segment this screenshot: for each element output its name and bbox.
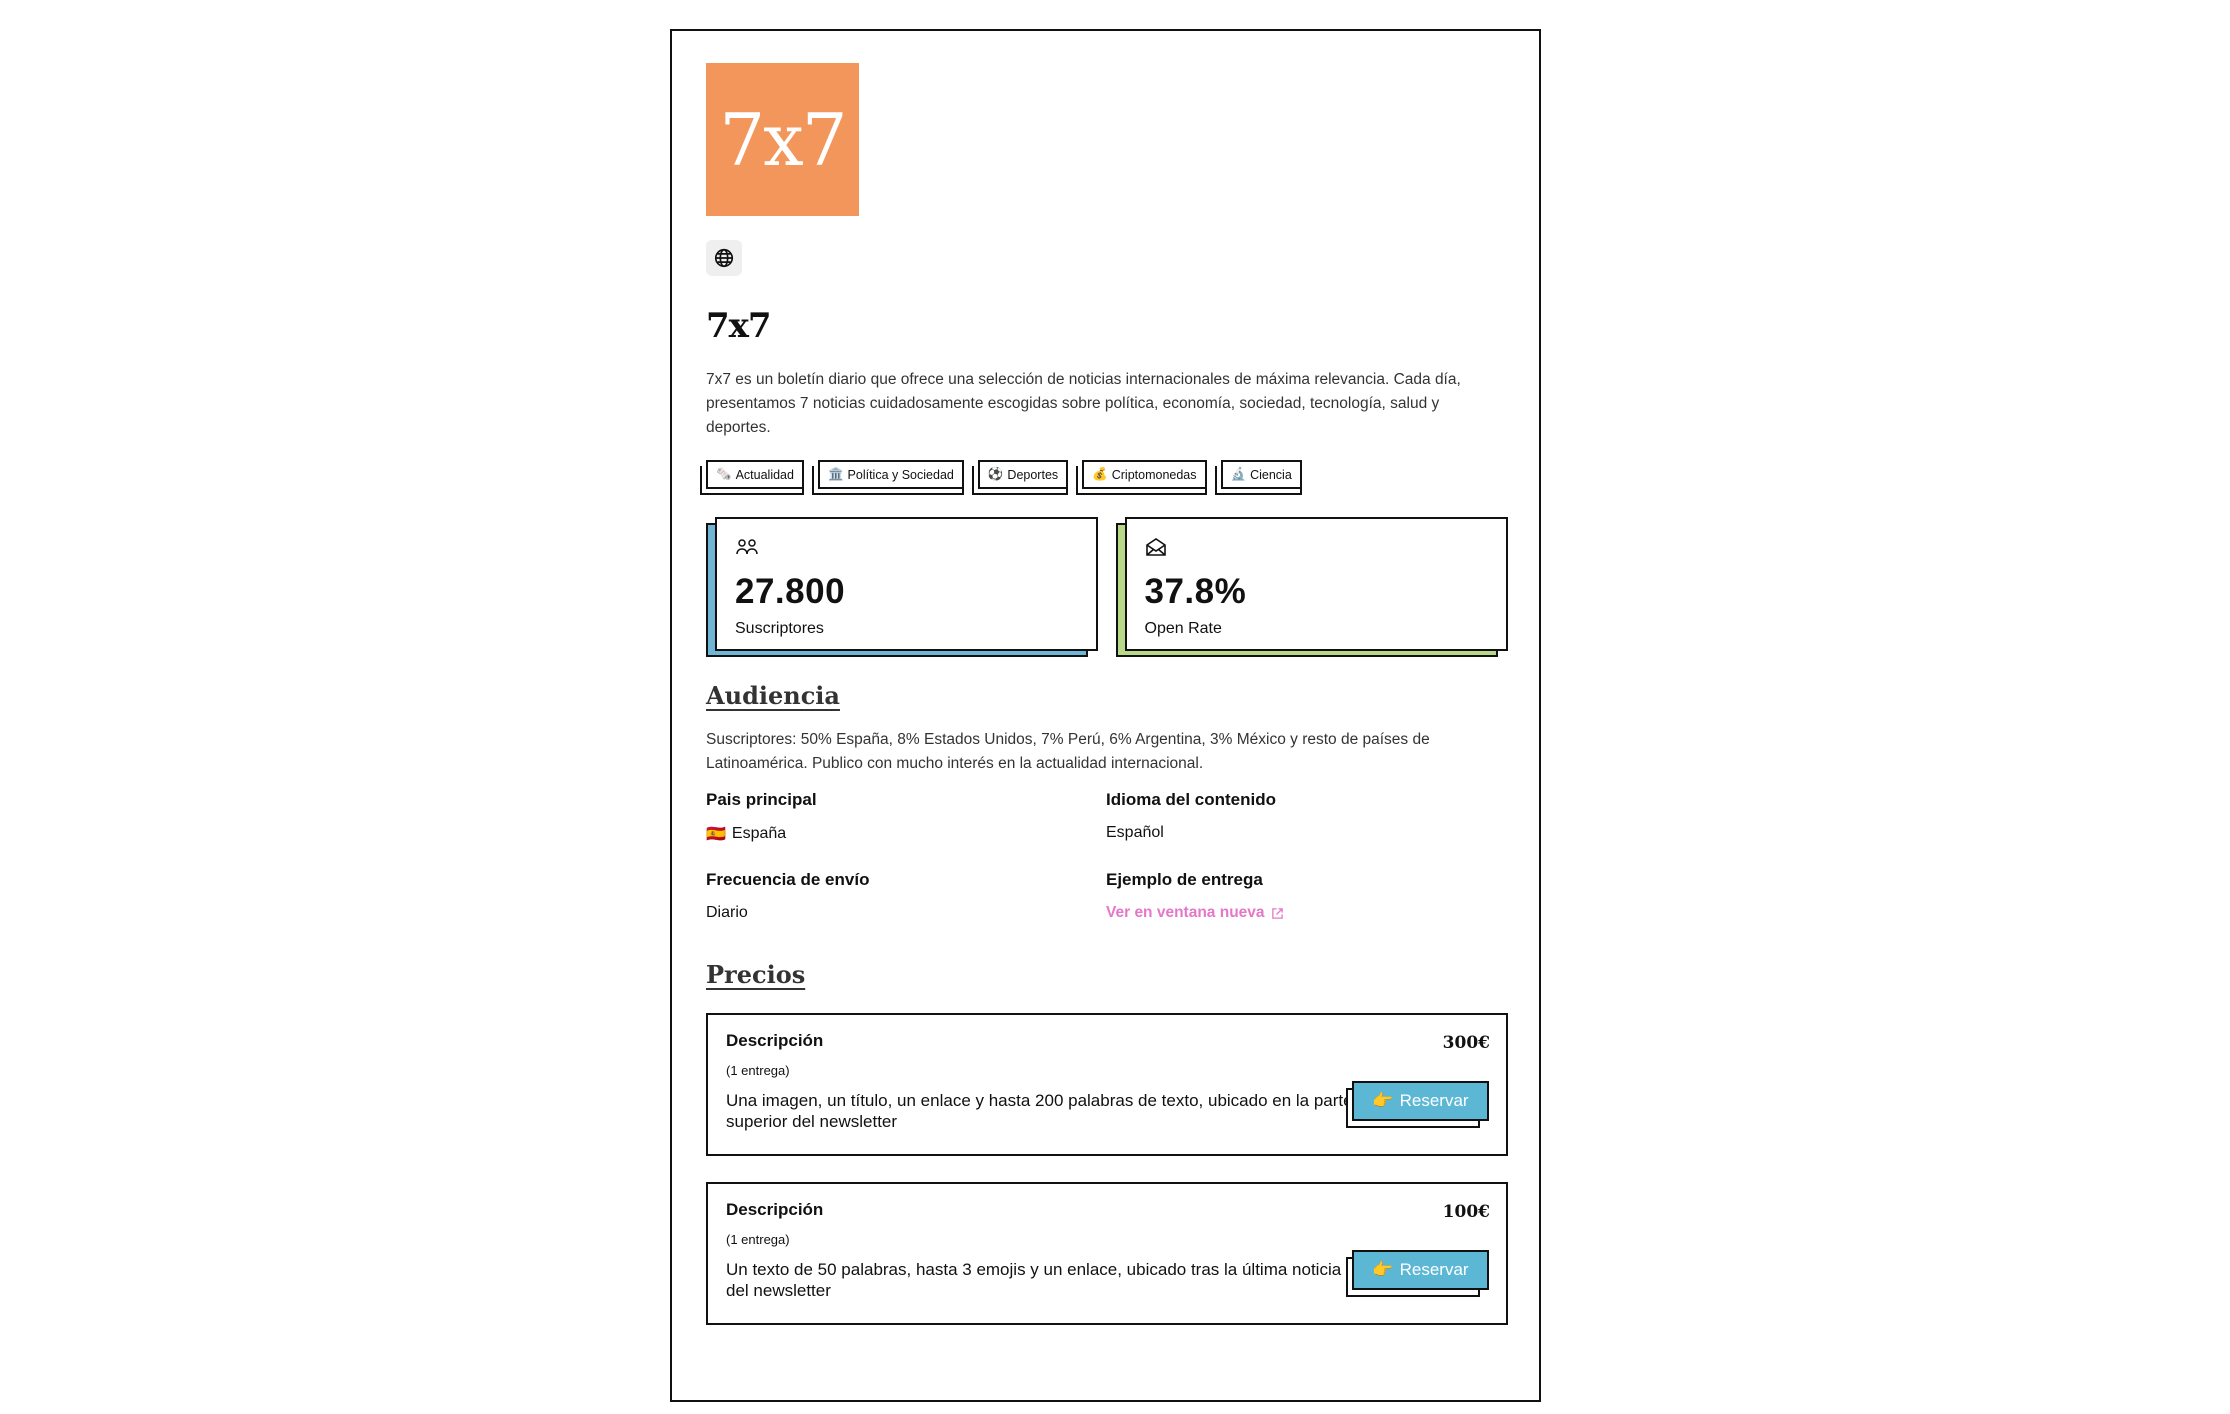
tag-label: Actualidad xyxy=(735,467,794,482)
frequency-value: Diario xyxy=(706,904,748,921)
tag-item[interactable]: ⚽ Deportes xyxy=(971,460,1074,495)
country-block: Pais principal 🇪🇸 España xyxy=(706,790,1106,844)
newsletter-title: 7x7 xyxy=(706,306,772,346)
language-label: Idioma del contenido xyxy=(1106,790,1277,809)
price-title: Descripción xyxy=(726,1031,824,1050)
frequency-block: Frecuencia de envío Diario xyxy=(706,870,1106,922)
reserve-button-label: Reservar xyxy=(1399,1091,1469,1110)
website-button[interactable] xyxy=(706,240,742,276)
frequency-label: Frecuencia de envío xyxy=(706,870,870,889)
subscribers-label: Suscriptores xyxy=(735,620,824,637)
pointing-hand-icon: 👉 xyxy=(1372,1260,1394,1279)
tag-emoji: 🗞️ xyxy=(716,467,732,481)
reserve-button[interactable]: 👉 Reservar xyxy=(1346,1081,1489,1129)
tag-item[interactable]: 🗞️ Actualidad xyxy=(700,460,810,495)
audience-text: Suscriptores: 50% España, 8% Estados Uni… xyxy=(706,731,1430,772)
price-amount: 100€ xyxy=(1442,1202,1490,1222)
price-deliveries: (1 entrega) xyxy=(726,1232,790,1247)
subscribers-value: 27.800 xyxy=(735,572,846,611)
tag-emoji: 🏛️ xyxy=(827,467,844,481)
tag-emoji: 🔬 xyxy=(1230,467,1247,481)
country-value: España xyxy=(731,825,787,842)
reserve-button[interactable]: 👉 Reservar xyxy=(1346,1250,1489,1298)
tag-label: Ciencia xyxy=(1250,467,1292,482)
tag-label: Criptomonedas xyxy=(1111,467,1197,482)
stats-row: 27.800 Suscriptores 37.8% Open Rate xyxy=(706,517,1508,657)
tag-item[interactable]: 🔬 Ciencia xyxy=(1214,460,1308,495)
price-description: Un texto de 50 palabras, hasta 3 emojis … xyxy=(726,1260,1342,1300)
price-amount: 300€ xyxy=(1442,1033,1490,1053)
tag-emoji: ⚽ xyxy=(987,467,1004,481)
tag-emoji: 💰 xyxy=(1092,467,1108,481)
sample-link[interactable]: Ver en ventana nueva xyxy=(1106,904,1265,922)
tag-item[interactable]: 💰 Criptomonedas xyxy=(1076,460,1212,495)
open-rate-value: 37.8% xyxy=(1144,572,1247,611)
newsletter-content: 7x7 7x7 7x7 es un boletín diario que ofr… xyxy=(700,63,1508,1325)
open-rate-label: Open Rate xyxy=(1144,620,1222,637)
flag-spain-icon: 🇪🇸 xyxy=(706,826,726,843)
audience-heading: Audiencia xyxy=(706,681,840,710)
subscribers-stat: 27.800 Suscriptores xyxy=(706,517,1098,657)
price-title: Descripción xyxy=(726,1200,824,1219)
open-rate-stat: 37.8% Open Rate xyxy=(1115,517,1508,657)
newsletter-logo: 7x7 xyxy=(706,63,859,216)
country-label: Pais principal xyxy=(706,790,817,809)
language-block: Idioma del contenido Español xyxy=(1106,790,1506,844)
people-icon xyxy=(736,539,758,555)
pointing-hand-icon: 👉 xyxy=(1372,1091,1394,1110)
tag-list: 🗞️ Actualidad 🏛️ Política y Sociedad ⚽ D… xyxy=(700,460,1507,495)
language-value: Español xyxy=(1106,824,1164,841)
sample-block: Ejemplo de entrega Ver en ventana nueva xyxy=(1106,870,1506,922)
logo-text: 7x7 xyxy=(719,97,847,182)
newsletter-description: 7x7 es un boletín diario que ofrece una … xyxy=(706,371,1461,436)
newsletter-card: 7x7 7x7 7x7 es un boletín diario que ofr… xyxy=(670,29,1541,1402)
external-link-icon xyxy=(1271,907,1283,919)
pricing-heading: Precios xyxy=(706,960,806,989)
price-description: Una imagen, un título, un enlace y hasta… xyxy=(726,1091,1353,1131)
audience-details: Pais principal 🇪🇸 España Idioma del cont… xyxy=(706,790,1507,922)
price-item: Descripción 100€ (1 entrega) Un texto de… xyxy=(706,1182,1508,1325)
tag-label: Política y Sociedad xyxy=(847,467,954,482)
tag-label: Deportes xyxy=(1007,467,1059,482)
sample-label: Ejemplo de entrega xyxy=(1106,870,1263,889)
price-item: Descripción 300€ (1 entrega) Una imagen,… xyxy=(706,1013,1508,1156)
envelope-open-icon xyxy=(1145,538,1166,556)
tag-item[interactable]: 🏛️ Política y Sociedad xyxy=(811,460,970,495)
globe-icon xyxy=(714,248,734,268)
reserve-button-label: Reservar xyxy=(1399,1260,1469,1279)
price-deliveries: (1 entrega) xyxy=(726,1063,790,1078)
